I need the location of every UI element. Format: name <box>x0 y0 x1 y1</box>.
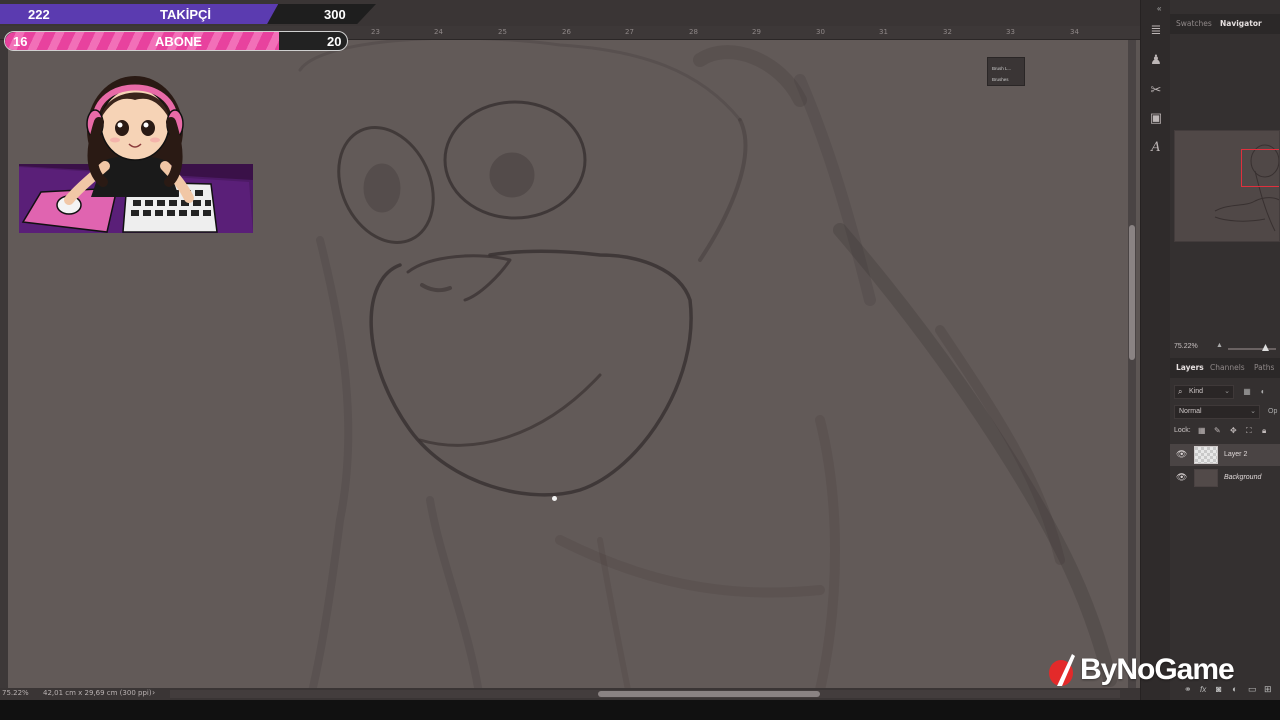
lock-artboard-icon[interactable]: ⛶ <box>1246 426 1252 436</box>
followers-current: 222 <box>28 7 50 22</box>
document-size: 42,01 cm x 29,69 cm (300 ppi) <box>43 689 152 697</box>
subscribers-label: ABONE <box>155 34 202 49</box>
layer-thumbnail <box>1194 469 1218 487</box>
status-zoom[interactable]: 75.22% <box>2 689 29 697</box>
brush-settings-item[interactable]: Brush L... <box>992 66 1011 71</box>
vertical-ruler[interactable] <box>0 40 8 688</box>
new-layer-icon[interactable]: ⊞ <box>1264 684 1272 695</box>
layer-name: Layer 2 <box>1224 451 1248 458</box>
photoshop-stream-screen: 23 24 25 26 27 28 29 30 31 32 33 34 75.2… <box>0 0 1280 720</box>
layer-filter-select[interactable]: ⌕ Kind ⌄ <box>1174 385 1234 399</box>
layer-row[interactable]: 👁︎ Background <box>1170 467 1280 489</box>
bottom-letterbox <box>0 700 1280 720</box>
ruler-tick-label: 31 <box>879 28 888 36</box>
lock-brush-icon[interactable]: ✎ <box>1214 426 1221 435</box>
zoom-out-icon[interactable]: ▲ <box>1216 342 1223 349</box>
right-panels: Swatches Navigator 75.22% ▲ Layers Chann… <box>1170 0 1280 700</box>
opacity-label: Op <box>1268 408 1278 415</box>
tab-navigator[interactable]: Navigator <box>1220 19 1262 28</box>
panel-icon-column: « ≣ ♟ ✂ ▣ A <box>1140 0 1170 700</box>
streamer-avatar-illustration <box>19 76 253 233</box>
navigator-preview[interactable] <box>1174 130 1280 242</box>
ruler-tick-label: 29 <box>752 28 761 36</box>
subscribers-current: 16 <box>13 34 28 49</box>
layer-row[interactable]: 👁︎ Layer 2 <box>1170 444 1280 466</box>
tab-channels[interactable]: Channels <box>1210 363 1245 372</box>
ruler-tick-label: 27 <box>625 28 634 36</box>
streamer-avatar-card <box>19 62 253 233</box>
ruler-tick-label: 30 <box>816 28 825 36</box>
lock-move-icon[interactable]: ✥ <box>1230 426 1237 435</box>
ruler-tick-label: 24 <box>434 28 443 36</box>
subscribers-progress-fill <box>5 32 279 50</box>
vertical-scroll-thumb[interactable] <box>1129 225 1135 360</box>
filter-adjustment-icon[interactable]: ◐ <box>1258 387 1268 397</box>
filter-kind-value: Kind <box>1189 388 1204 395</box>
vertical-scrollbar[interactable] <box>1128 40 1136 688</box>
lock-label: Lock: <box>1174 427 1191 434</box>
status-menu-arrow[interactable]: › <box>152 688 155 697</box>
brush-panel-popup[interactable]: Brush L... Brushes <box>987 57 1025 86</box>
followers-goal: 300 <box>324 7 346 22</box>
brush-cursor <box>552 496 557 501</box>
navigator-view-frame[interactable] <box>1241 149 1279 187</box>
tab-layers[interactable]: Layers <box>1176 363 1204 372</box>
clone-source-icon[interactable]: ♟ <box>1148 52 1164 68</box>
collapse-panels-icon[interactable]: « <box>1157 4 1161 13</box>
visibility-eye-icon[interactable]: 👁︎ <box>1176 449 1187 460</box>
ruler-tick-label: 32 <box>943 28 952 36</box>
ruler-tick-label: 33 <box>1006 28 1015 36</box>
glyphs-icon[interactable]: A <box>1148 140 1164 156</box>
chevron-down-icon: ⌄ <box>1224 388 1230 395</box>
ruler-tick-label: 23 <box>371 28 380 36</box>
horizontal-scroll-thumb[interactable] <box>598 691 820 697</box>
layers-tab-bar: Layers Channels Paths <box>1170 358 1280 378</box>
navigator-zoom-value[interactable]: 75.22% <box>1174 343 1198 350</box>
search-icon: ⌕ <box>1178 387 1183 396</box>
bynogame-logo: ByNoGame <box>1048 650 1235 690</box>
navigator-tab-bar: Swatches Navigator <box>1170 14 1280 34</box>
ruler-tick-label: 25 <box>498 28 507 36</box>
navigator-zoom-row: 75.22% ▲ <box>1170 340 1280 354</box>
filter-pixel-icon[interactable]: ▦ <box>1242 387 1252 397</box>
group-icon[interactable]: ▭ <box>1248 684 1257 695</box>
blend-mode-value: Normal <box>1179 408 1202 415</box>
zoom-slider[interactable] <box>1228 348 1276 350</box>
lock-all-icon[interactable]: 🔒︎ <box>1262 426 1266 436</box>
lock-transparent-icon[interactable]: ▦ <box>1198 426 1206 435</box>
ruler-tick-label: 26 <box>562 28 571 36</box>
layer-name: Background <box>1224 474 1262 481</box>
bynogame-logo-mark <box>1049 654 1075 686</box>
scissors-icon[interactable]: ✂ <box>1148 82 1164 98</box>
blend-mode-select[interactable]: Normal ⌄ <box>1174 405 1260 419</box>
tab-swatches[interactable]: Swatches <box>1176 19 1212 28</box>
brush-settings-icon[interactable]: ≣ <box>1148 22 1164 38</box>
lock-row: Lock: ▦ ✎ ✥ ⛶ 🔒︎ <box>1174 426 1280 438</box>
watermark-text: ByNoGame <box>1080 653 1235 686</box>
horizontal-scrollbar[interactable] <box>170 690 1120 698</box>
subscribers-goal-bar: 16 ABONE 20 <box>4 31 348 51</box>
chevron-down-icon: ⌄ <box>1250 408 1256 415</box>
followers-label: TAKİPÇİ <box>160 7 212 22</box>
tab-paths[interactable]: Paths <box>1254 363 1274 372</box>
ruler-tick-label: 34 <box>1070 28 1079 36</box>
visibility-eye-icon[interactable]: 👁︎ <box>1176 472 1187 483</box>
layer-comps-icon[interactable]: ▣ <box>1148 110 1164 126</box>
subscribers-goal: 20 <box>327 34 342 49</box>
ruler-tick-label: 28 <box>689 28 698 36</box>
layer-thumbnail <box>1194 446 1218 464</box>
followers-goal-bar: 222 TAKİPÇİ 300 <box>0 4 376 24</box>
brushes-item[interactable]: Brushes <box>992 77 1009 82</box>
